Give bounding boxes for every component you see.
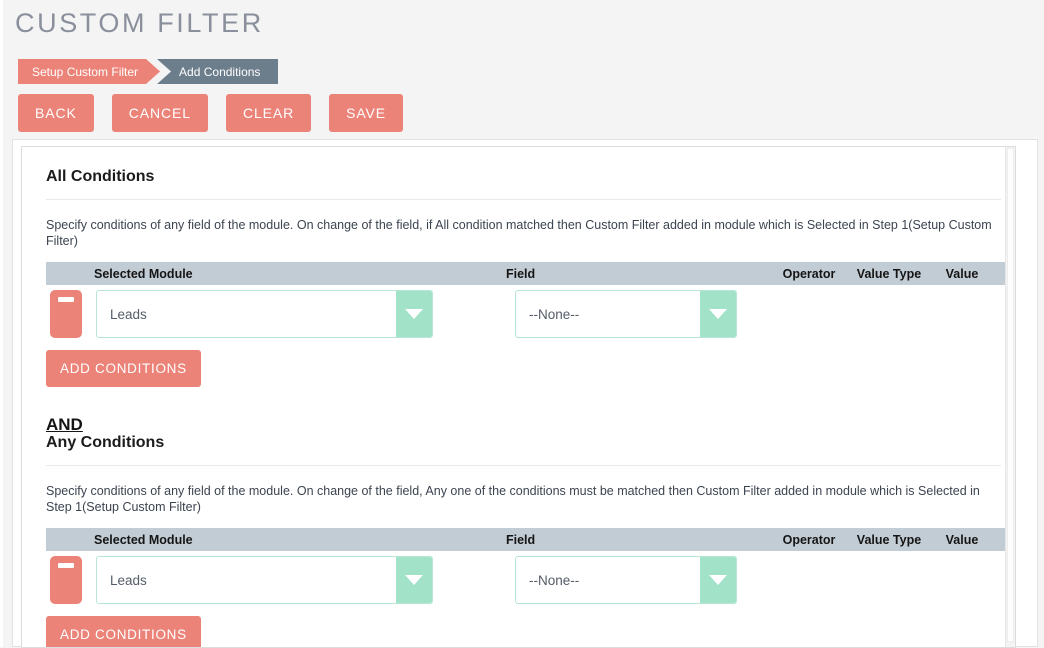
- wizard-step-breadcrumb: Setup Custom Filter Add Conditions: [18, 59, 279, 84]
- wizard-step-add-conditions[interactable]: Add Conditions: [157, 59, 279, 84]
- chevron-down-icon[interactable]: [396, 291, 432, 337]
- all-conditions-table: Selected Module Field Operator Value Typ…: [46, 262, 1015, 343]
- add-conditions-button-all[interactable]: ADD CONDITIONS: [46, 350, 201, 387]
- page-header: CUSTOM FILTER Setup Custom Filter Add Co…: [6, 0, 1044, 139]
- any-conditions-section: Any Conditions Specify conditions of any…: [46, 434, 1015, 647]
- scrollbar-thumb[interactable]: [1007, 148, 1014, 642]
- table-header-row: Selected Module Field Operator Value Typ…: [46, 262, 1015, 285]
- all-conditions-section: All Conditions Specify conditions of any…: [46, 168, 1015, 435]
- header-cell-field: Field: [506, 532, 536, 547]
- field-dropdown[interactable]: --None--: [515, 556, 737, 604]
- content-panel-outer: All Conditions Specify conditions of any…: [12, 139, 1038, 648]
- header-cell-value-type: Value Type: [856, 266, 922, 281]
- wizard-step-label: Setup Custom Filter: [32, 64, 139, 79]
- any-conditions-heading: Any Conditions: [46, 434, 165, 451]
- application-frame: CUSTOM FILTER Setup Custom Filter Add Co…: [0, 0, 1044, 648]
- wizard-step-setup-custom-filter[interactable]: Setup Custom Filter: [18, 59, 160, 84]
- header-cell-selected-module: Selected Module: [94, 266, 193, 281]
- clear-button[interactable]: CLEAR: [225, 94, 312, 132]
- save-button[interactable]: SAVE: [329, 94, 404, 132]
- all-conditions-heading: All Conditions: [46, 168, 155, 185]
- header-cell-value: Value: [945, 266, 979, 281]
- page-title: CUSTOM FILTER: [15, 8, 264, 38]
- selected-module-value: Leads: [110, 306, 147, 322]
- any-conditions-table: Selected Module Field Operator Value Typ…: [46, 528, 1015, 609]
- cancel-button[interactable]: CANCEL: [111, 94, 208, 132]
- add-conditions-button-any[interactable]: ADD CONDITIONS: [46, 616, 201, 647]
- header-cell-selected-module: Selected Module: [94, 532, 193, 547]
- header-cell-operator: Operator: [782, 266, 836, 281]
- chevron-down-icon[interactable]: [700, 557, 736, 603]
- content-panel-inner: All Conditions Specify conditions of any…: [21, 146, 1016, 648]
- wizard-step-label: Add Conditions: [179, 64, 261, 79]
- chevron-down-icon[interactable]: [700, 291, 736, 337]
- selected-module-value: Leads: [110, 572, 147, 588]
- all-conditions-description: Specify conditions of any field of the m…: [46, 218, 992, 248]
- field-value: --None--: [529, 572, 580, 588]
- vertical-scrollbar[interactable]: [1005, 147, 1015, 647]
- action-button-bar: BACK CANCEL CLEAR SAVE: [18, 94, 404, 132]
- field-dropdown[interactable]: --None--: [515, 290, 737, 338]
- header-cell-operator: Operator: [782, 532, 836, 547]
- field-value: --None--: [529, 306, 580, 322]
- table-row: Leads --None--: [46, 551, 1015, 609]
- header-cell-value-type: Value Type: [856, 532, 922, 547]
- table-row: Leads --None--: [46, 285, 1015, 343]
- section-divider: [46, 465, 1001, 466]
- table-header-row: Selected Module Field Operator Value Typ…: [46, 528, 1015, 551]
- section-divider: [46, 199, 1001, 200]
- selected-module-dropdown[interactable]: Leads: [96, 290, 433, 338]
- logical-operator-and: AND: [46, 415, 83, 434]
- remove-condition-button[interactable]: [50, 290, 82, 338]
- back-button[interactable]: BACK: [18, 94, 94, 132]
- chevron-down-icon[interactable]: [396, 557, 432, 603]
- header-cell-field: Field: [506, 266, 536, 281]
- any-conditions-description: Specify conditions of any field of the m…: [46, 484, 980, 514]
- header-cell-value: Value: [945, 532, 979, 547]
- remove-condition-button[interactable]: [50, 556, 82, 604]
- selected-module-dropdown[interactable]: Leads: [96, 556, 433, 604]
